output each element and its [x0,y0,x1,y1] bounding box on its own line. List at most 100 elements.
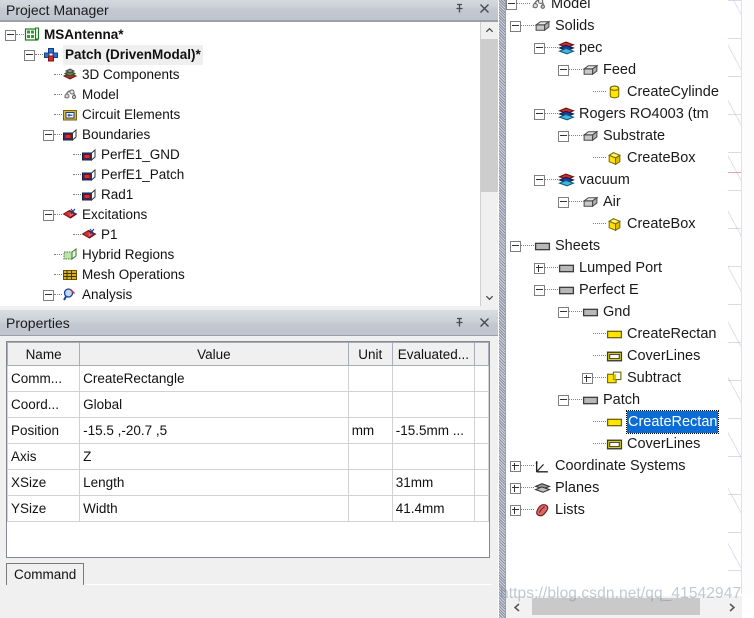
hscroll-track[interactable] [528,596,720,618]
table-row[interactable]: YSize Width 41.4mm [7,495,489,522]
tree-item[interactable]: Patch [506,389,728,411]
tree-item[interactable]: CreateBox [506,213,728,235]
expand-icon[interactable] [534,262,545,274]
table-row[interactable]: Comm... CreateRectangle [7,365,489,392]
tree-item[interactable]: Mesh Operations [0,265,498,285]
tree-item[interactable]: MSAntenna* [0,25,498,45]
property-evaluated-cell[interactable]: 41.4mm [391,495,475,522]
collapse-icon[interactable] [558,306,569,318]
collapse-icon[interactable] [534,284,545,296]
scroll-up-button[interactable] [481,22,498,39]
hscroll-thumb[interactable] [532,598,700,615]
property-name-cell[interactable]: YSize [7,495,81,522]
panel-splitter[interactable] [498,0,506,618]
collapse-icon[interactable] [510,240,521,252]
table-row[interactable]: Position -15.5 ,-20.7 ,5 mm -15.5mm ... [7,417,489,444]
tree-item[interactable]: Boundaries [0,125,498,145]
collapse-icon[interactable] [43,129,54,141]
tree-item[interactable]: Model [506,0,728,15]
tree-item[interactable]: Feed [506,59,728,81]
collapse-icon[interactable] [558,196,569,208]
tree-item[interactable]: vacuum [506,169,728,191]
tree-item[interactable]: Circuit Elements [0,105,498,125]
property-evaluated-cell[interactable] [391,443,475,470]
tree-item[interactable]: Gnd [506,301,728,323]
scroll-left-button[interactable] [506,596,528,618]
property-value-cell[interactable]: Length [79,469,349,496]
table-row[interactable]: Coord... Global [7,391,489,418]
tree-item[interactable]: CreateRectan [506,323,728,345]
tree-item[interactable]: PerfE1_GND [0,145,498,165]
scroll-down-button[interactable] [481,289,498,306]
tree-item[interactable]: CreateBox [506,147,728,169]
model-tree-horizontal-scrollbar[interactable] [506,596,742,618]
expand-icon[interactable] [510,460,521,472]
scroll-thumb[interactable] [481,39,498,192]
tree-item[interactable]: CreateCylinde [506,81,728,103]
property-unit-cell[interactable] [347,469,393,496]
expand-icon[interactable] [510,504,521,516]
property-value-cell[interactable]: Z [79,443,349,470]
collapse-icon[interactable] [43,209,54,221]
tree-item[interactable]: Perfect E [506,279,728,301]
expand-icon[interactable] [582,372,593,384]
property-value-cell[interactable]: -15.5 ,-20.7 ,5 [79,417,349,444]
tree-item[interactable]: Subtract [506,367,728,389]
tree-item[interactable]: Excitations [0,205,498,225]
collapse-icon[interactable] [558,130,569,142]
tree-item[interactable]: Substrate [506,125,728,147]
pin-icon[interactable] [453,316,467,330]
project-manager-tree-area[interactable]: MSAntenna* Patch (DrivenModal)* 3D Compone… [0,21,498,306]
property-value-cell[interactable]: CreateRectangle [79,365,349,392]
column-header-value[interactable]: Value [79,342,349,366]
table-row[interactable]: Axis Z [7,443,489,470]
collapse-icon[interactable] [534,174,545,186]
property-evaluated-cell[interactable] [391,365,475,392]
collapse-icon[interactable] [558,394,569,406]
property-name-cell[interactable]: Position [7,417,81,444]
project-manager-vertical-scrollbar[interactable] [480,22,498,306]
tree-item[interactable]: Air [506,191,728,213]
tree-item[interactable]: Rad1 [0,185,498,205]
properties-grid[interactable]: Name Value Unit Evaluated... Comm... Crea… [6,341,490,558]
close-icon[interactable] [478,2,492,16]
property-name-cell[interactable]: XSize [7,469,81,496]
pin-icon[interactable] [453,2,467,16]
collapse-icon[interactable] [506,0,517,10]
tree-item[interactable]: Model [0,85,498,105]
property-unit-cell[interactable] [347,495,393,522]
tree-item[interactable]: Hybrid Regions [0,245,498,265]
table-row[interactable]: XSize Length 31mm [7,469,489,496]
history-tree[interactable]: Model Solids pec Feed CreateCylinde Rogers RO… [506,0,728,521]
collapse-icon[interactable] [43,289,54,301]
property-value-cell[interactable]: Width [79,495,349,522]
tree-item[interactable]: Planes [506,477,728,499]
property-unit-cell[interactable] [347,391,393,418]
property-evaluated-cell[interactable]: -15.5mm ... [391,417,475,444]
tab-command[interactable]: Command [6,563,85,585]
tree-item[interactable]: 3D Components [0,65,498,85]
column-header-unit[interactable]: Unit [347,342,393,366]
collapse-icon[interactable] [558,64,569,76]
tree-item[interactable]: P1 [0,225,498,245]
property-name-cell[interactable]: Coord... [7,391,81,418]
property-name-cell[interactable]: Comm... [7,365,81,392]
collapse-icon[interactable] [24,49,35,61]
tree-item[interactable]: Lists [506,499,728,521]
tree-item[interactable]: CoverLines [506,345,728,367]
close-icon[interactable] [478,316,492,330]
tree-item[interactable]: pec [506,37,728,59]
tree-item[interactable]: PerfE1_Patch [0,165,498,185]
collapse-icon[interactable] [534,42,545,54]
tree-item[interactable]: Analysis [0,285,498,305]
column-header-evaluated[interactable]: Evaluated... [391,342,475,366]
tree-item[interactable]: Lumped Port [506,257,728,279]
expand-icon[interactable] [510,482,521,494]
column-header-name[interactable]: Name [7,342,81,366]
tree-item[interactable]: Rogers RO4003 (tm [506,103,728,125]
project-tree[interactable]: MSAntenna* Patch (DrivenModal)* 3D Compone… [0,22,498,305]
tree-item[interactable]: Patch (DrivenModal)* [0,45,498,65]
model-tree-vertical-scrollbar[interactable] [741,0,754,594]
collapse-icon[interactable] [510,20,521,32]
tree-item[interactable]: CoverLines [506,433,728,455]
